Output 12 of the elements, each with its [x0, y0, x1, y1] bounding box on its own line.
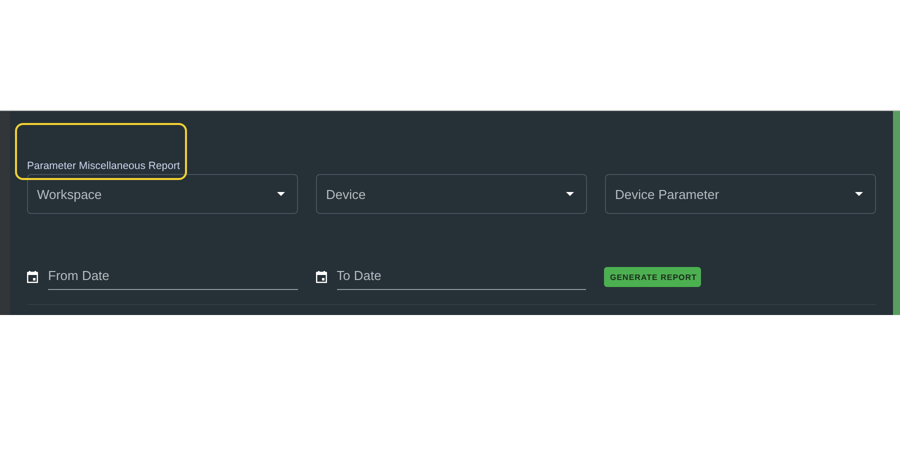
select-field[interactable]: Device Parameter — [605, 174, 876, 214]
date-field[interactable]: From Date — [48, 264, 298, 290]
generate-report-button[interactable]: GENERATE REPORT — [604, 267, 701, 287]
calendar-icon[interactable] — [27, 271, 38, 283]
calendar-icon[interactable] — [316, 271, 326, 283]
report-title: Parameter Miscellaneous Report — [27, 160, 180, 174]
caret-icon — [277, 192, 285, 196]
date-field[interactable]: To Date — [336, 264, 586, 290]
select-field[interactable]: Workspace — [27, 174, 298, 214]
select-field[interactable]: Device — [316, 174, 587, 214]
caret-icon — [566, 192, 574, 196]
caret-icon — [855, 192, 863, 196]
